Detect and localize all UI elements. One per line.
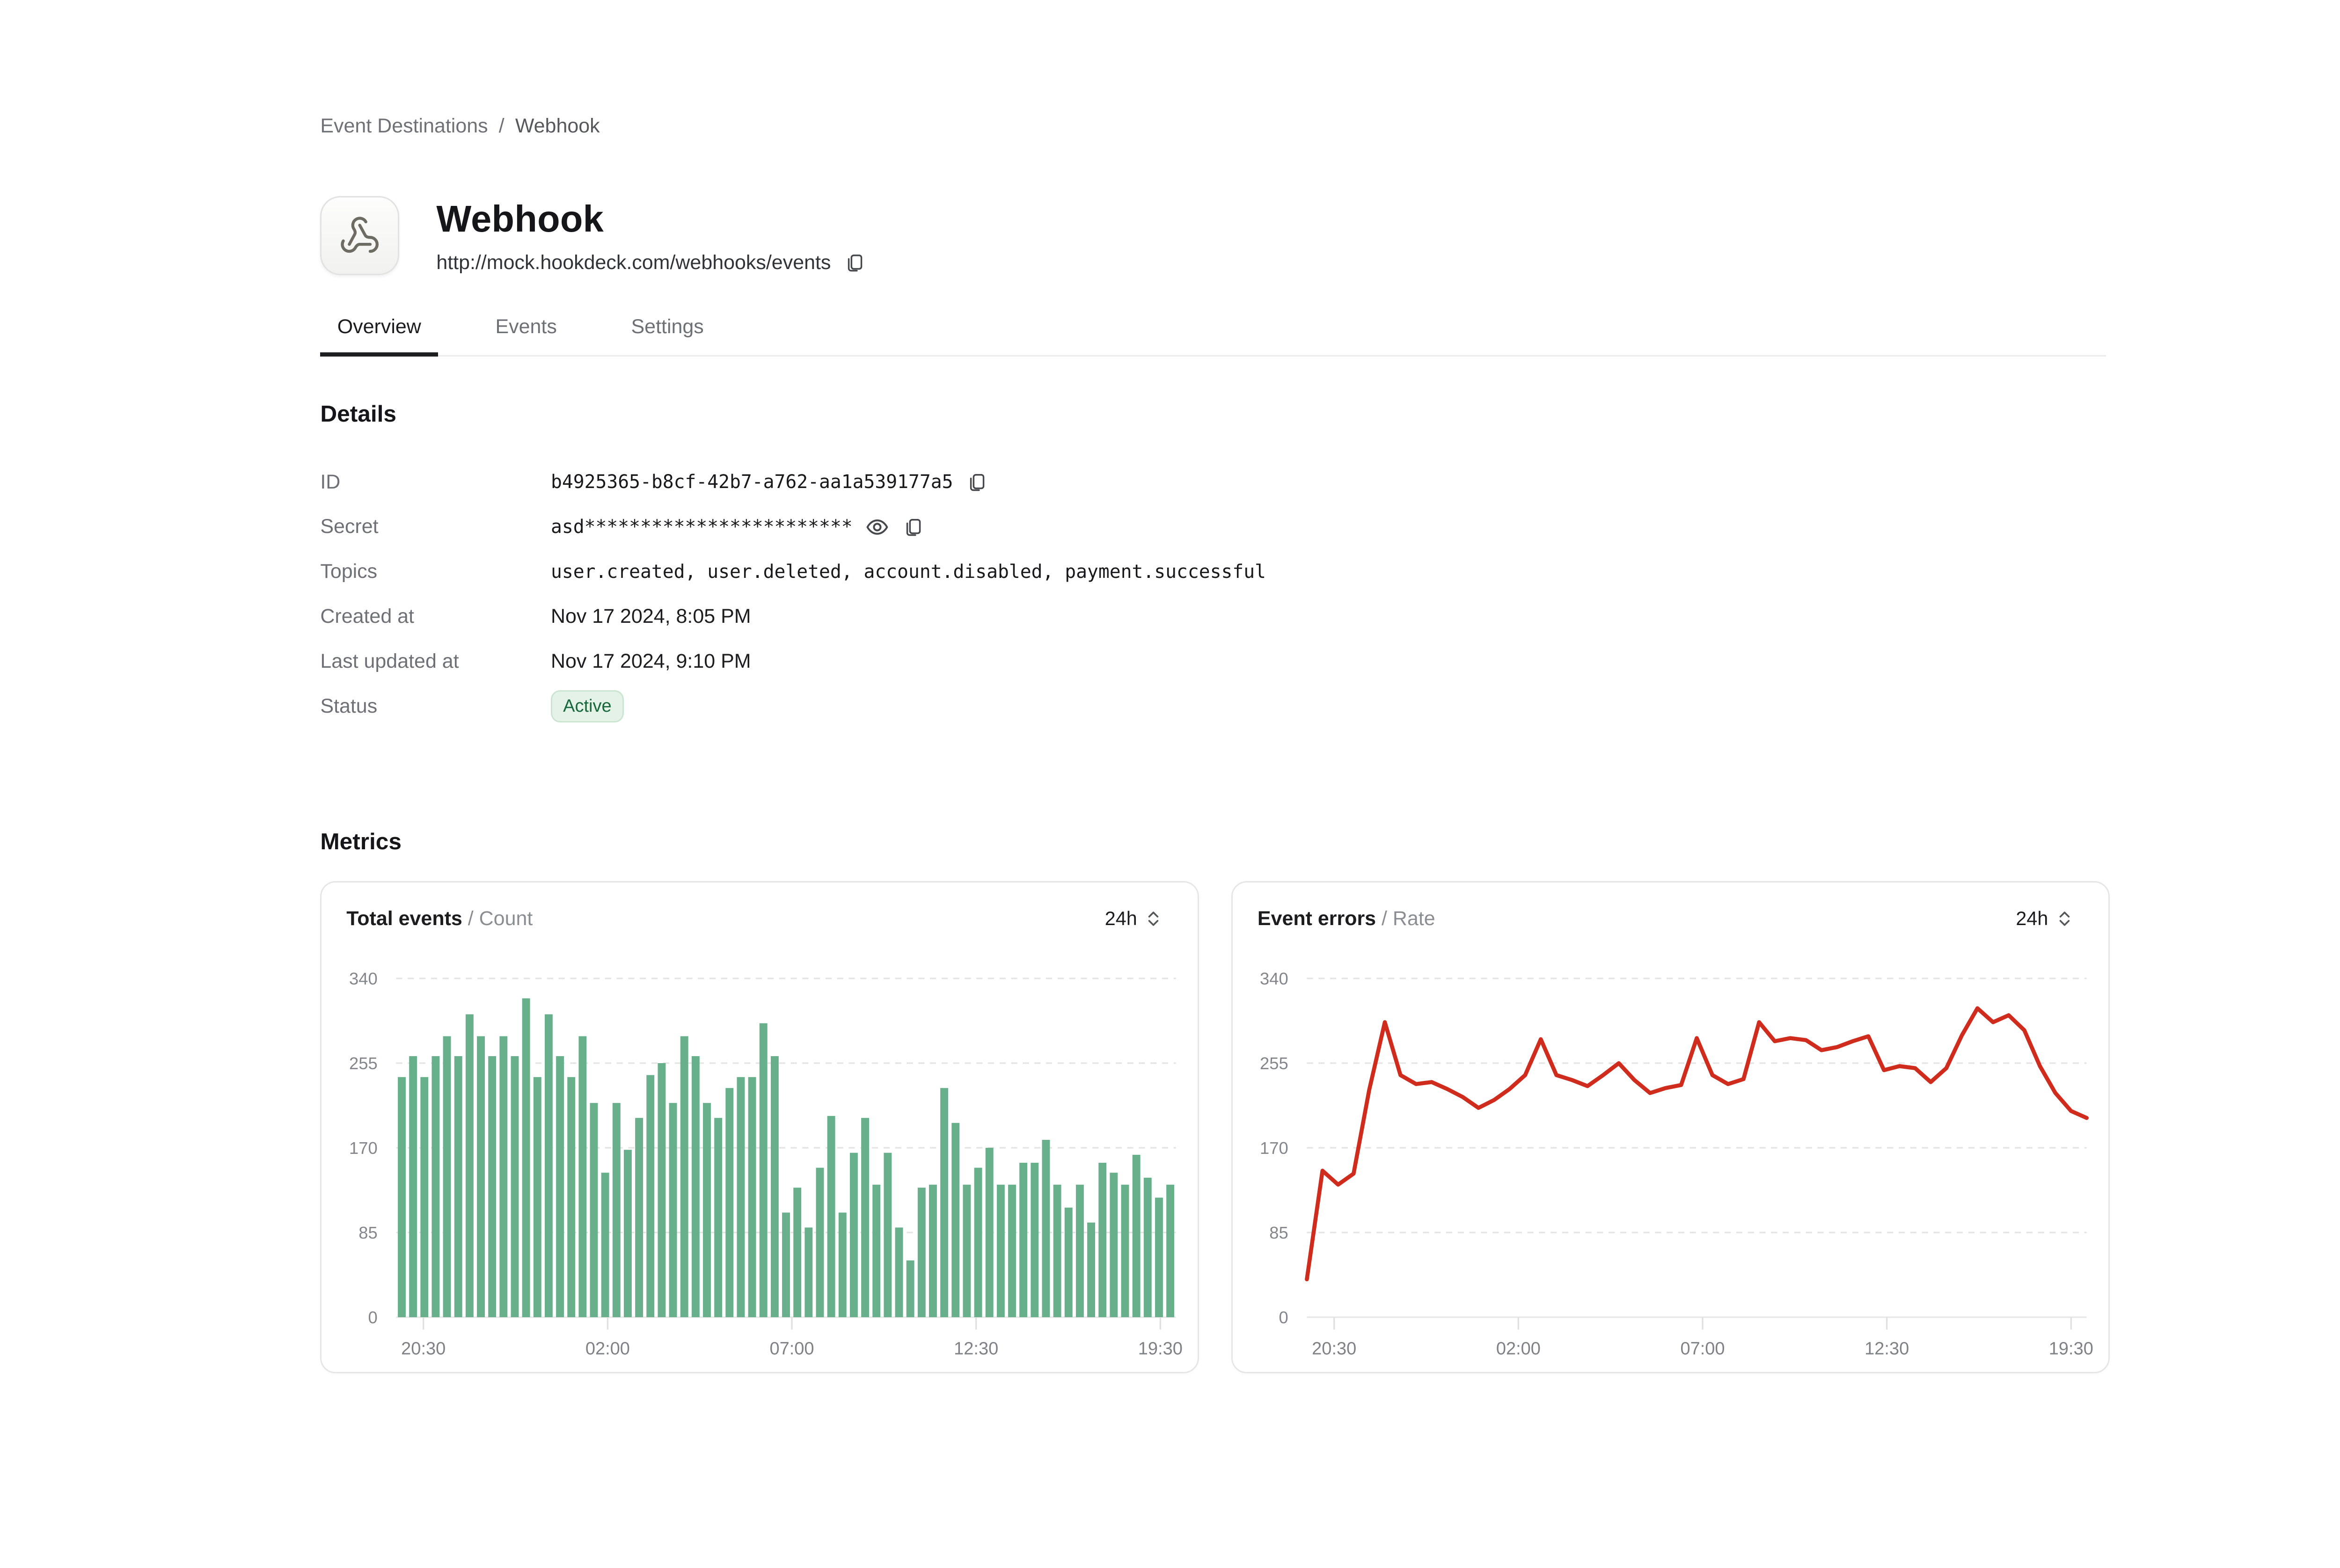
svg-text:19:30: 19:30: [1138, 1339, 1182, 1358]
breadcrumb-link-event-destinations[interactable]: Event Destinations: [320, 115, 488, 138]
time-range-value: 24h: [2016, 908, 2048, 930]
webhook-icon-tile: [320, 196, 399, 275]
copy-url-button[interactable]: [843, 252, 865, 273]
chart-title-separator: /: [1382, 907, 1387, 930]
svg-text:02:00: 02:00: [585, 1339, 629, 1358]
svg-text:20:30: 20:30: [401, 1339, 446, 1358]
svg-text:85: 85: [1270, 1223, 1288, 1242]
svg-text:255: 255: [349, 1054, 378, 1073]
tab-overview[interactable]: Overview: [320, 315, 438, 355]
chart-title-separator: /: [468, 907, 474, 930]
page-header: Webhook http://mock.hookdeck.com/webhook…: [320, 196, 2106, 275]
detail-label: Last updated at: [320, 650, 551, 673]
detail-label: Status: [320, 695, 551, 718]
svg-text:07:00: 07:00: [769, 1339, 814, 1358]
detail-label: ID: [320, 471, 551, 494]
detail-row-last-updated: Last updated at Nov 17 2024, 9:10 PM: [320, 639, 2106, 684]
tab-bar: Overview Events Settings: [320, 315, 2106, 357]
breadcrumb-separator: /: [499, 115, 505, 138]
line-chart-event-errors: 08517025534020:3002:0007:0012:3019:30: [1254, 958, 2087, 1371]
svg-text:85: 85: [358, 1223, 377, 1242]
chevron-up-down-icon: [1143, 909, 1163, 929]
svg-text:170: 170: [1260, 1138, 1288, 1158]
chart-title-metric: Count: [479, 907, 533, 930]
breadcrumb: Event Destinations / Webhook: [320, 0, 2106, 138]
svg-text:02:00: 02:00: [1496, 1339, 1541, 1358]
chart-title-metric: Rate: [1393, 907, 1435, 930]
copy-icon: [965, 471, 987, 493]
detail-label: Created at: [320, 605, 551, 628]
chart-title-main: Event errors: [1258, 907, 1376, 930]
id-value: b4925365-b8cf-42b7-a762-aa1a539177a5: [551, 471, 953, 493]
tab-settings[interactable]: Settings: [614, 315, 721, 355]
metrics-heading: Metrics: [320, 828, 2106, 855]
detail-row-id: ID b4925365-b8cf-42b7-a762-aa1a539177a5: [320, 459, 2106, 504]
svg-text:170: 170: [349, 1138, 378, 1158]
svg-text:255: 255: [1260, 1054, 1288, 1073]
chevron-up-down-icon: [2055, 909, 2075, 929]
svg-text:340: 340: [349, 969, 378, 988]
bar-chart-total-events: 08517025534020:3002:0007:0012:3019:30: [344, 958, 1176, 1371]
svg-text:340: 340: [1260, 969, 1288, 988]
copy-id-button[interactable]: [965, 471, 987, 493]
detail-label: Topics: [320, 560, 551, 583]
created-at-value: Nov 17 2024, 8:05 PM: [551, 605, 751, 628]
chart-title-main: Total events: [346, 907, 462, 930]
endpoint-url: http://mock.hookdeck.com/webhooks/events: [436, 251, 831, 274]
detail-row-topics: Topics user.created, user.deleted, accou…: [320, 549, 2106, 594]
svg-text:12:30: 12:30: [1865, 1339, 1909, 1358]
time-range-value: 24h: [1105, 908, 1137, 930]
webhook-overview-page: Event Destinations / Webhook Webhook htt…: [0, 0, 2340, 1567]
last-updated-value: Nov 17 2024, 9:10 PM: [551, 650, 751, 673]
breadcrumb-current-webhook[interactable]: Webhook: [515, 115, 600, 138]
detail-row-secret: Secret asd************************: [320, 504, 2106, 549]
tab-events[interactable]: Events: [478, 315, 574, 355]
copy-icon: [843, 252, 865, 273]
svg-text:12:30: 12:30: [954, 1339, 998, 1358]
chart-title: Total events / Count: [346, 907, 533, 930]
metrics-section: Metrics Total events / Count 24h: [320, 828, 2106, 1373]
copy-icon: [902, 516, 923, 538]
webhook-icon: [339, 215, 380, 256]
detail-row-status: Status Active: [320, 684, 2106, 729]
svg-text:0: 0: [1279, 1308, 1288, 1327]
svg-text:20:30: 20:30: [1312, 1339, 1356, 1358]
eye-icon: [865, 515, 890, 540]
time-range-select[interactable]: 24h: [2016, 908, 2074, 930]
status-badge: Active: [551, 690, 624, 722]
detail-label: Secret: [320, 515, 551, 538]
detail-row-created-at: Created at Nov 17 2024, 8:05 PM: [320, 594, 2106, 639]
details-heading: Details: [320, 400, 2106, 427]
reveal-secret-button[interactable]: [865, 515, 890, 540]
event-errors-chart-card: Event errors / Rate 24h 0 85 170 255 340 20:3…: [1231, 881, 2110, 1373]
details-section: Details ID b4925365-b8cf-42b7-a762-aa1a5…: [320, 400, 2106, 729]
copy-secret-button[interactable]: [902, 516, 923, 538]
svg-text:07:00: 07:00: [1681, 1339, 1725, 1358]
chart-title: Event errors / Rate: [1258, 907, 1435, 930]
secret-value: asd************************: [551, 516, 853, 538]
total-events-chart-card: Total events / Count 24h 0 85 170 255 340 20:…: [320, 881, 1199, 1373]
topics-value: user.created, user.deleted, account.disa…: [551, 561, 1266, 583]
svg-text:19:30: 19:30: [2049, 1339, 2093, 1358]
page-title: Webhook: [436, 197, 865, 241]
svg-text:0: 0: [368, 1308, 377, 1327]
time-range-select[interactable]: 24h: [1105, 908, 1163, 930]
